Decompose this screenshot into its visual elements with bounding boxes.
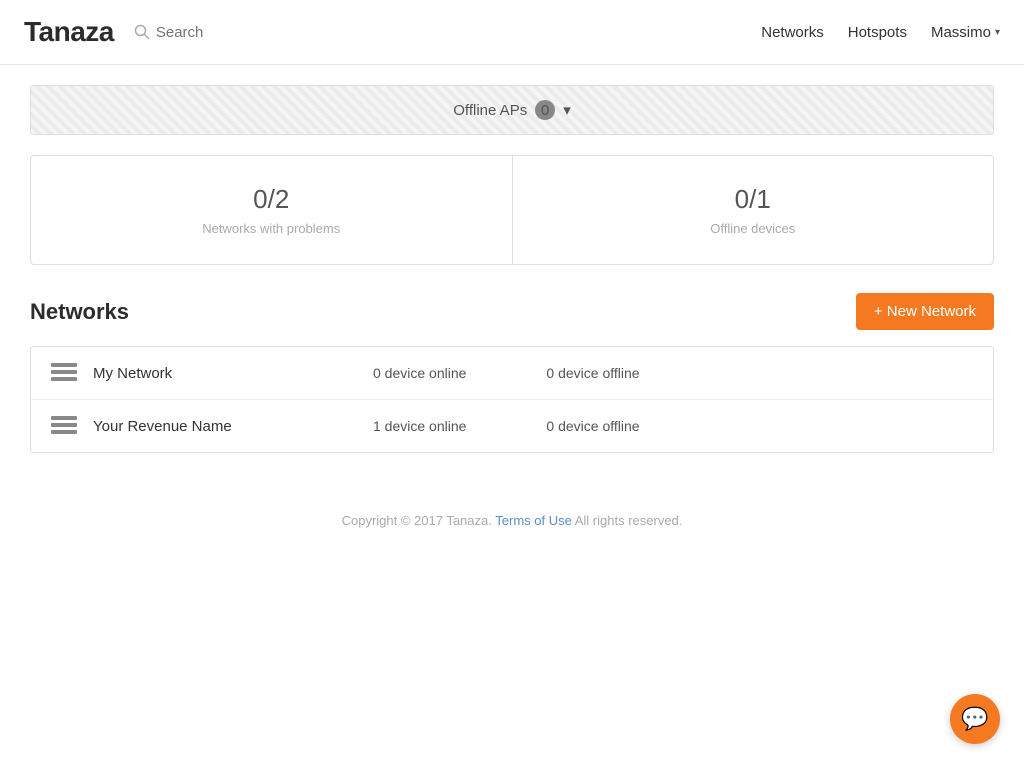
chat-icon: 💬 bbox=[961, 706, 988, 732]
header: Tanaza Networks Hotspots Massimo ▾ bbox=[0, 0, 1024, 65]
nav-user-name: Massimo bbox=[931, 24, 991, 41]
offline-aps-label: Offline APs bbox=[453, 102, 527, 119]
stat-offline-devices-label: Offline devices bbox=[533, 221, 974, 236]
header-left: Tanaza bbox=[24, 16, 276, 48]
network-stats: 0 device online 0 device offline bbox=[373, 365, 973, 381]
offline-aps-bar[interactable]: Offline APs 0 ▾ bbox=[30, 85, 994, 135]
network-name: My Network bbox=[93, 365, 293, 382]
network-offline-count: 0 device offline bbox=[546, 418, 639, 434]
network-stats: 1 device online 0 device offline bbox=[373, 418, 973, 434]
footer-text: Copyright © 2017 Tanaza. bbox=[342, 513, 492, 528]
table-row[interactable]: Your Revenue Name 1 device online 0 devi… bbox=[31, 400, 993, 452]
networks-header: Networks + New Network bbox=[30, 293, 994, 330]
stat-networks-problems: 0/2 Networks with problems bbox=[31, 156, 513, 264]
network-online-count: 1 device online bbox=[373, 418, 466, 434]
network-online-count: 0 device online bbox=[373, 365, 466, 381]
networks-title: Networks bbox=[30, 299, 129, 325]
stat-networks-problems-label: Networks with problems bbox=[51, 221, 492, 236]
table-row[interactable]: My Network 0 device online 0 device offl… bbox=[31, 347, 993, 400]
stats-row: 0/2 Networks with problems 0/1 Offline d… bbox=[30, 155, 994, 265]
logo: Tanaza bbox=[24, 16, 114, 48]
footer: Copyright © 2017 Tanaza. Terms of Use Al… bbox=[30, 513, 994, 528]
caret-down-icon: ▾ bbox=[995, 27, 1000, 38]
terms-of-use-link[interactable]: Terms of Use bbox=[495, 513, 572, 528]
search-icon bbox=[134, 24, 150, 40]
header-nav: Networks Hotspots Massimo ▾ bbox=[761, 24, 1000, 41]
offline-aps-caret: ▾ bbox=[563, 101, 571, 119]
stat-offline-devices-value: 0/1 bbox=[533, 184, 974, 215]
stat-networks-problems-value: 0/2 bbox=[51, 184, 492, 215]
new-network-button[interactable]: + New Network bbox=[856, 293, 994, 330]
network-layers-icon bbox=[51, 363, 77, 383]
search-bar[interactable] bbox=[134, 24, 276, 41]
nav-user[interactable]: Massimo ▾ bbox=[931, 24, 1000, 41]
main-content: Offline APs 0 ▾ 0/2 Networks with proble… bbox=[0, 65, 1024, 548]
chat-widget[interactable]: 💬 bbox=[950, 694, 1000, 744]
footer-suffix: All rights reserved. bbox=[575, 513, 683, 528]
nav-hotspots[interactable]: Hotspots bbox=[848, 24, 907, 41]
offline-aps-count: 0 bbox=[535, 100, 555, 120]
network-layers-icon bbox=[51, 416, 77, 436]
nav-networks[interactable]: Networks bbox=[761, 24, 824, 41]
search-input[interactable] bbox=[156, 24, 276, 41]
network-name: Your Revenue Name bbox=[93, 418, 293, 435]
network-offline-count: 0 device offline bbox=[546, 365, 639, 381]
network-list: My Network 0 device online 0 device offl… bbox=[30, 346, 994, 453]
stat-offline-devices: 0/1 Offline devices bbox=[513, 156, 994, 264]
